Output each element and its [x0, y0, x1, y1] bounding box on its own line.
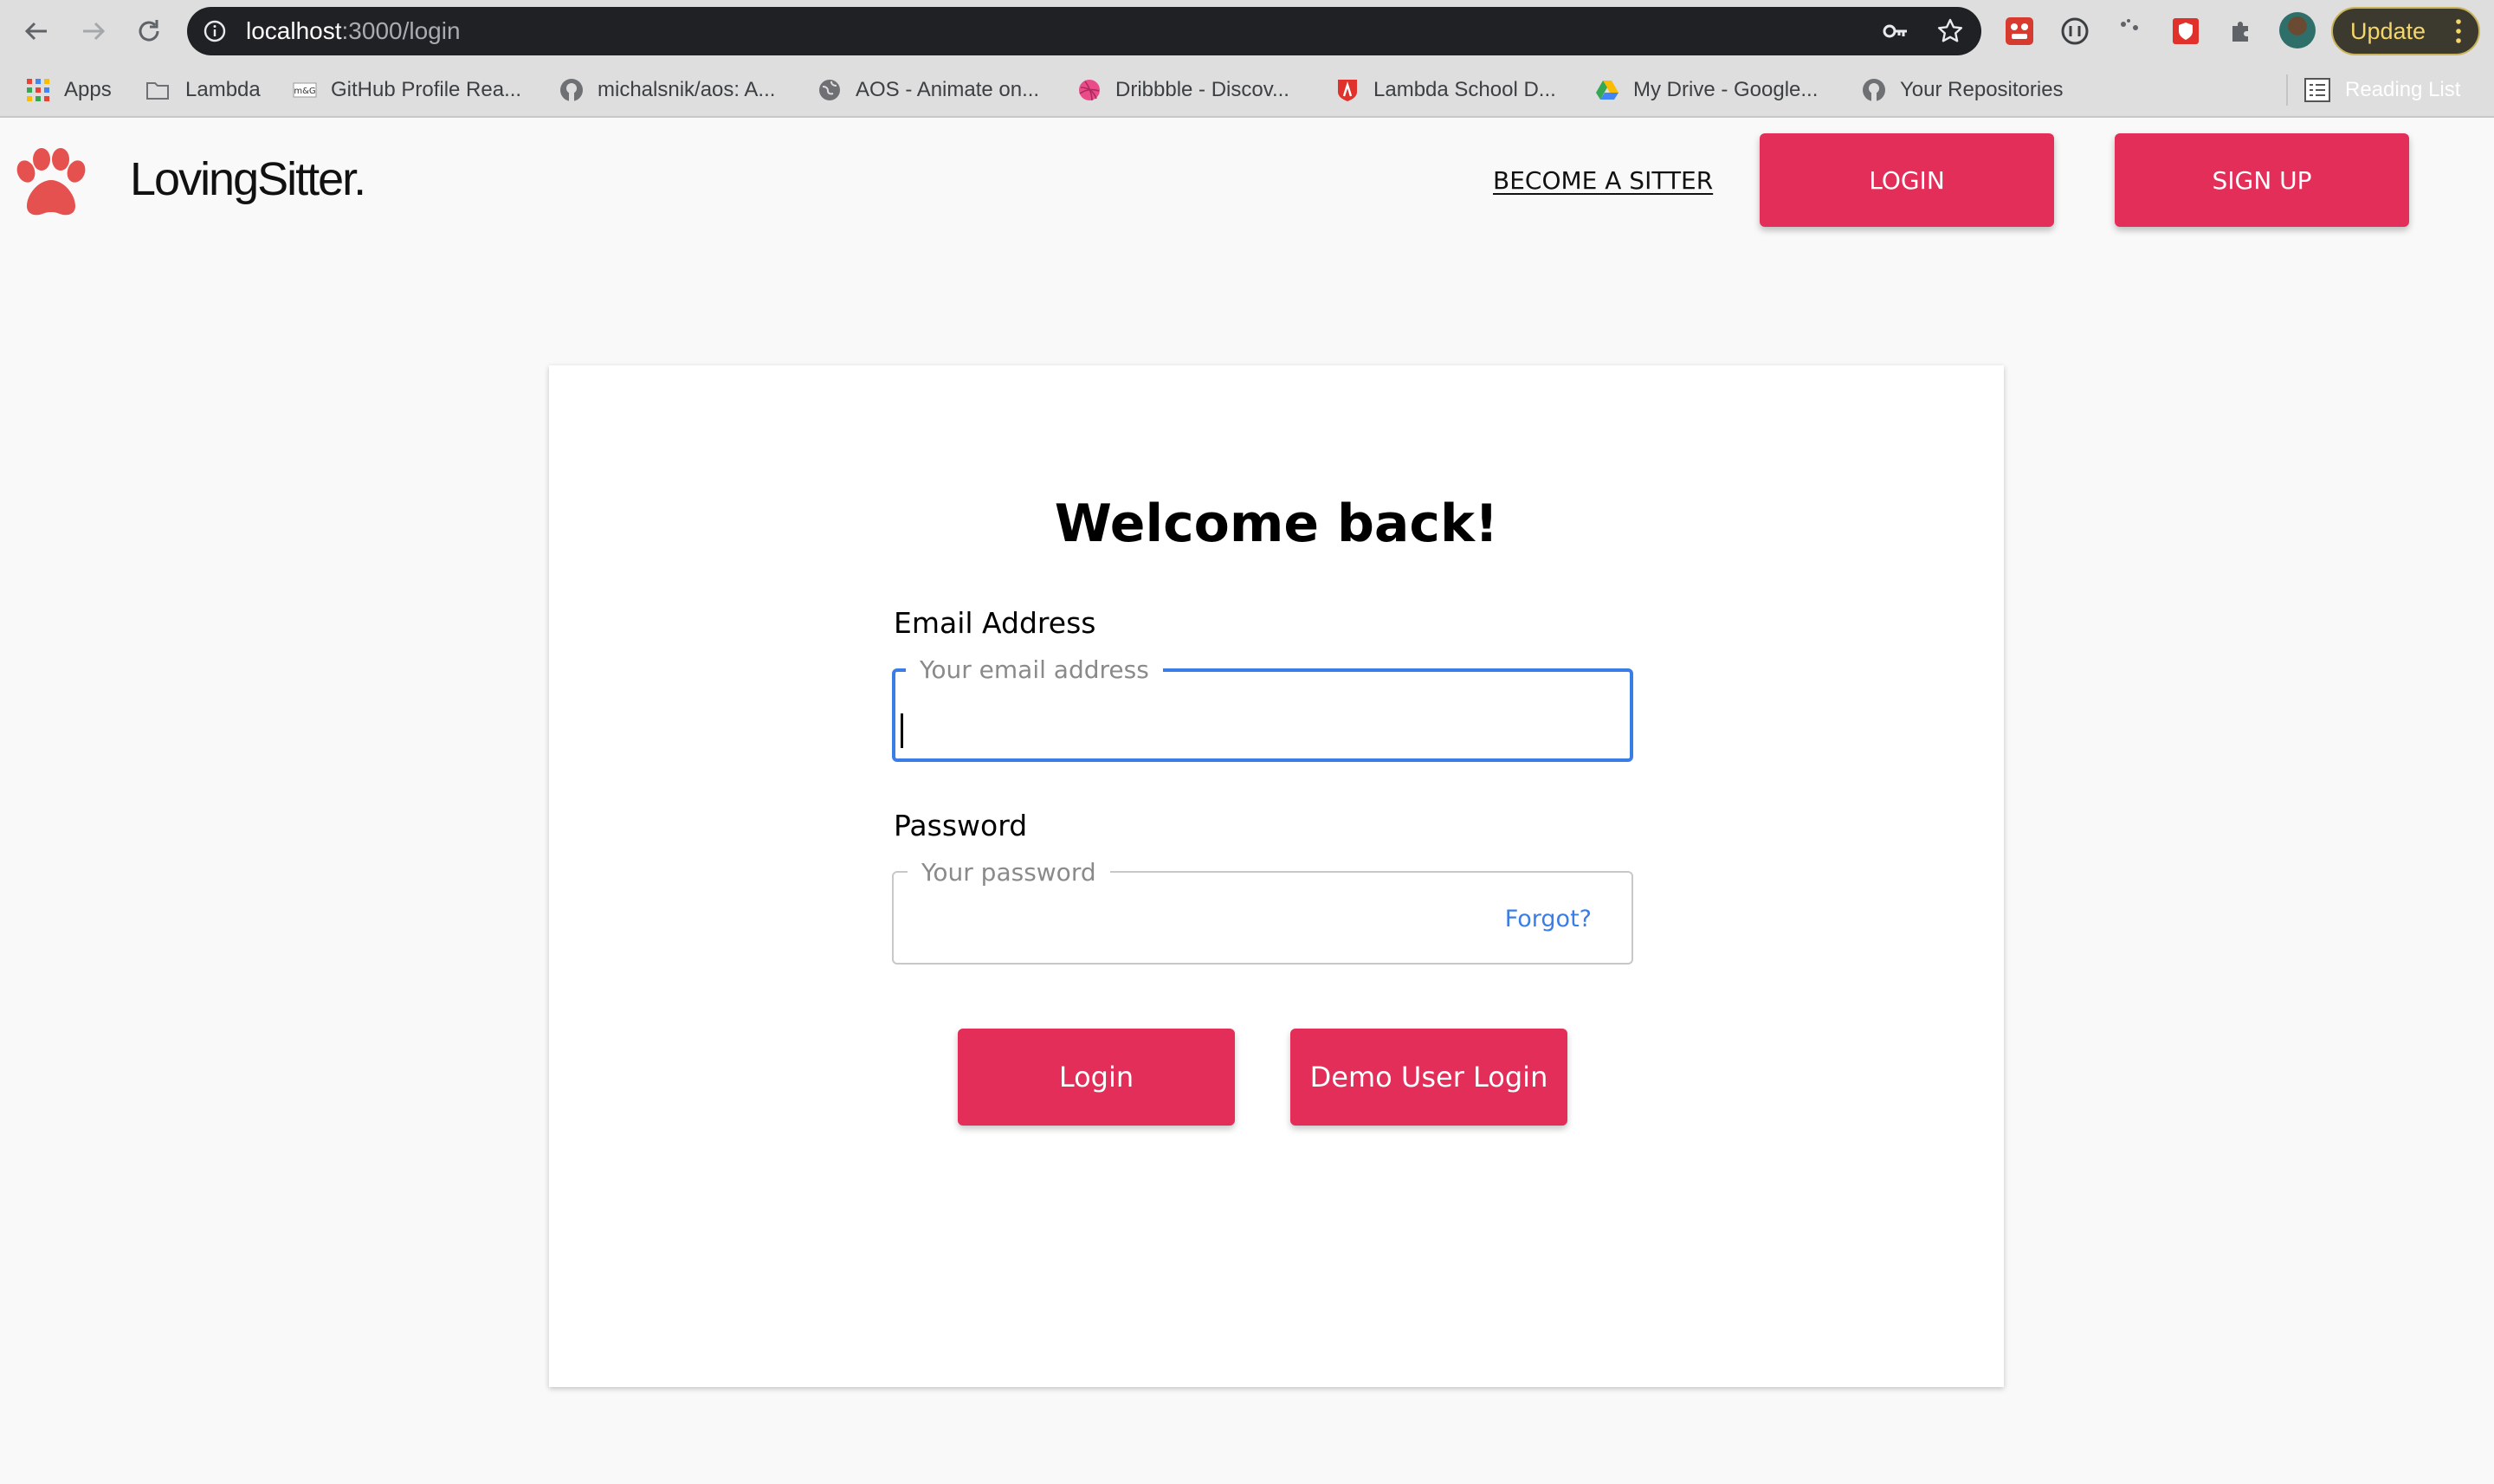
brand-name[interactable]: LovingSitter.: [130, 152, 366, 206]
bookmark-repositories[interactable]: Your Repositories: [1862, 62, 2064, 118]
reload-icon[interactable]: [130, 12, 168, 50]
mg-favicon-icon: m&G: [293, 82, 317, 98]
google-drive-icon: [1596, 81, 1619, 100]
bookmark-label: Dribbble - Discov...: [1115, 78, 1289, 101]
header-login-button[interactable]: LOGIN: [1760, 133, 2054, 227]
bookmark-lambda-school[interactable]: Lambda School D...: [1335, 62, 1556, 118]
email-placeholder: Your email address: [906, 655, 1163, 686]
reading-list-icon: [2304, 78, 2330, 102]
paw-logo-icon[interactable]: [12, 147, 90, 218]
reading-list-label: Reading List: [2345, 78, 2461, 101]
folder-icon: [146, 82, 169, 100]
bookmark-label: Lambda: [185, 78, 261, 101]
text-caret: [901, 713, 903, 748]
bookmark-label: AOS - Animate on...: [856, 78, 1040, 101]
site-header: LovingSitter. BECOME A SITTER LOGIN SIGN…: [0, 118, 2494, 248]
bookmark-aos[interactable]: AOS - Animate on...: [817, 62, 1039, 118]
browser-toolbar: localhost:3000/login Update: [0, 0, 2494, 62]
menu-dots-icon: [2456, 19, 2461, 43]
login-button[interactable]: Login: [958, 1029, 1235, 1126]
bookmark-label: My Drive - Google...: [1633, 78, 1819, 101]
update-button[interactable]: Update: [2331, 7, 2480, 55]
svg-text:m&G: m&G: [294, 87, 315, 96]
header-signup-button[interactable]: SIGN UP: [2115, 133, 2409, 227]
bookmark-label: Your Repositories: [1900, 78, 2064, 101]
bookmark-label: Apps: [64, 78, 112, 101]
password-label: Password: [894, 809, 1028, 842]
forward-icon[interactable]: [74, 12, 113, 50]
site-info-icon[interactable]: [203, 19, 227, 43]
page-title: Welcome back!: [1054, 494, 1499, 554]
bookmark-label: Lambda School D...: [1373, 78, 1556, 101]
password-placeholder: Your password: [908, 857, 1110, 888]
extension-circle-icon[interactable]: [2059, 16, 2090, 47]
extensions-puzzle-icon[interactable]: [2226, 16, 2257, 47]
become-sitter-link[interactable]: BECOME A SITTER: [1493, 166, 1713, 195]
email-label: Email Address: [894, 606, 1096, 640]
forgot-password-link[interactable]: Forgot?: [1505, 906, 1592, 932]
url-text: localhost:3000/login: [246, 17, 461, 44]
extension-red-icon[interactable]: [2004, 16, 2035, 47]
address-bar[interactable]: localhost:3000/login: [187, 7, 1981, 55]
apps-grid-icon: [27, 79, 49, 101]
bookmarks-bar: Apps Lambda m&G GitHub Profile Rea... mi…: [0, 62, 2494, 118]
extension-shield-icon[interactable]: [2170, 16, 2201, 47]
lambda-shield-icon: [1338, 80, 1357, 101]
bookmark-apps[interactable]: Apps: [26, 62, 112, 118]
bookmark-label: michalsnik/aos: A...: [598, 78, 776, 101]
back-icon[interactable]: [17, 12, 55, 50]
github-icon: [560, 79, 583, 101]
bookmark-aos-github[interactable]: michalsnik/aos: A...: [559, 62, 775, 118]
bookmark-google-drive[interactable]: My Drive - Google...: [1595, 62, 1818, 118]
extension-dots-icon[interactable]: [2115, 16, 2146, 47]
login-card: Welcome back! Email Address Your email a…: [549, 365, 2004, 1387]
demo-login-button[interactable]: Demo User Login: [1290, 1029, 1567, 1126]
globe-icon: [819, 80, 840, 100]
reading-list[interactable]: Reading List: [2303, 62, 2460, 118]
email-field[interactable]: Your email address: [892, 655, 1633, 762]
bookmark-dribbble[interactable]: Dribbble - Discov...: [1077, 62, 1289, 118]
github-icon: [1863, 79, 1885, 101]
bookmark-label: GitHub Profile Rea...: [331, 78, 522, 101]
bookmarks-divider: [2286, 74, 2288, 106]
key-icon[interactable]: [1883, 19, 1909, 43]
bookmark-star-icon[interactable]: [1936, 17, 1964, 45]
profile-avatar[interactable]: [2279, 12, 2316, 48]
bookmark-lambda[interactable]: Lambda: [144, 62, 261, 118]
dribbble-icon: [1079, 80, 1100, 101]
bookmark-github-profile[interactable]: m&G GitHub Profile Rea...: [293, 62, 521, 118]
password-field[interactable]: Your password Forgot?: [892, 857, 1633, 965]
